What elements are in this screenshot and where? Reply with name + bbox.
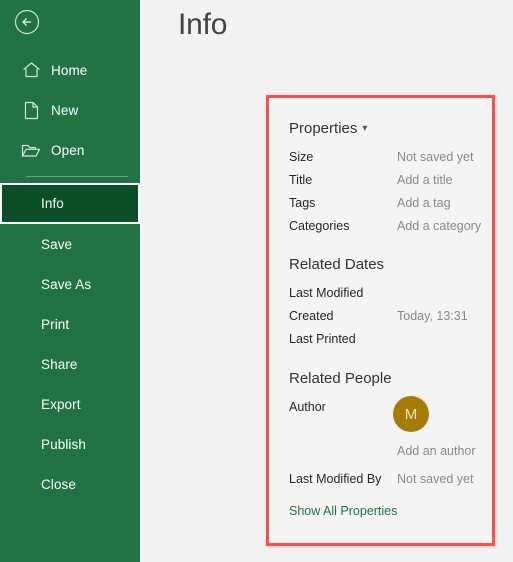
people-row-last-modified-by[interactable]: Last Modified By Not saved yet [289, 472, 489, 492]
sidebar-item-open[interactable]: Open [0, 130, 140, 170]
properties-panel: Properties ▾ Size Not saved yet Title Add… [266, 95, 495, 546]
avatar[interactable]: M [393, 396, 429, 432]
date-value: Today, 13:31 [397, 309, 468, 323]
property-value[interactable]: Add a tag [397, 196, 451, 210]
avatar-initial: M [404, 405, 418, 423]
related-people-heading: Related People [289, 370, 392, 387]
property-label: Size [289, 150, 314, 164]
page-title: Info [178, 8, 228, 41]
sidebar-item-label: Home [51, 62, 88, 78]
property-value[interactable]: Add a category [397, 219, 481, 233]
backstage-sidebar: Home New Open Info Save Save As Print Sh… [0, 0, 140, 562]
date-label: Created [289, 309, 334, 323]
date-row-last-modified[interactable]: Last Modified [289, 286, 489, 306]
open-folder-icon [18, 138, 44, 162]
properties-header[interactable]: Properties ▾ [289, 120, 367, 137]
property-value: Not saved yet [397, 150, 474, 164]
last-modified-by-label: Last Modified By [289, 472, 382, 486]
sidebar-item-save-as[interactable]: Save As [0, 264, 140, 304]
people-row-author[interactable]: Author [289, 400, 489, 420]
author-label: Author [289, 400, 326, 414]
property-label: Title [289, 173, 313, 187]
add-author-link[interactable]: Add an author [397, 444, 476, 458]
chevron-down-icon[interactable]: ▾ [362, 123, 367, 134]
sidebar-item-export[interactable]: Export [0, 384, 140, 424]
property-value[interactable]: Add a title [397, 173, 453, 187]
sidebar-item-publish[interactable]: Publish [0, 424, 140, 464]
related-dates-heading: Related Dates [289, 256, 385, 273]
sidebar-item-label: Close [41, 476, 77, 492]
sidebar-item-label: Print [41, 316, 70, 332]
add-author-row[interactable]: Add an author [289, 444, 489, 464]
properties-header-label: Properties [289, 120, 358, 137]
sidebar-item-share[interactable]: Share [0, 344, 140, 384]
sidebar-item-label: Export [41, 396, 81, 412]
property-row-categories[interactable]: Categories Add a category [289, 219, 489, 239]
sidebar-item-home[interactable]: Home [0, 50, 140, 90]
sidebar-item-label: Info [41, 196, 64, 211]
property-label: Tags [289, 196, 316, 210]
sidebar-item-label: Publish [41, 436, 86, 452]
property-row-size[interactable]: Size Not saved yet [289, 150, 489, 170]
date-label: Last Printed [289, 332, 356, 346]
date-row-created[interactable]: Created Today, 13:31 [289, 309, 489, 329]
sidebar-item-new[interactable]: New [0, 90, 140, 130]
sidebar-item-label: Save [41, 236, 73, 252]
sidebar-nav-list: Home New Open Info Save Save As Print Sh… [0, 50, 140, 504]
property-label: Categories [289, 219, 350, 233]
sidebar-item-label: Save As [41, 276, 92, 292]
sidebar-item-close[interactable]: Close [0, 464, 140, 504]
office-backstage-info-screen: Home New Open Info Save Save As Print Sh… [0, 0, 513, 562]
sidebar-item-label: Open [51, 142, 85, 158]
last-modified-by-value: Not saved yet [397, 472, 474, 486]
sidebar-item-label: Share [41, 356, 78, 372]
sidebar-item-info[interactable]: Info [0, 183, 140, 224]
date-label: Last Modified [289, 286, 364, 300]
back-arrow-circle-icon[interactable] [12, 7, 42, 37]
home-icon [18, 58, 44, 82]
sidebar-divider [26, 176, 128, 177]
property-row-tags[interactable]: Tags Add a tag [289, 196, 489, 216]
property-row-title[interactable]: Title Add a title [289, 173, 489, 193]
show-all-properties-link[interactable]: Show All Properties [289, 504, 397, 518]
date-row-last-printed[interactable]: Last Printed [289, 332, 489, 352]
sidebar-item-print[interactable]: Print [0, 304, 140, 344]
sidebar-item-save[interactable]: Save [0, 224, 140, 264]
new-file-icon [18, 98, 44, 122]
sidebar-item-label: New [51, 102, 79, 118]
